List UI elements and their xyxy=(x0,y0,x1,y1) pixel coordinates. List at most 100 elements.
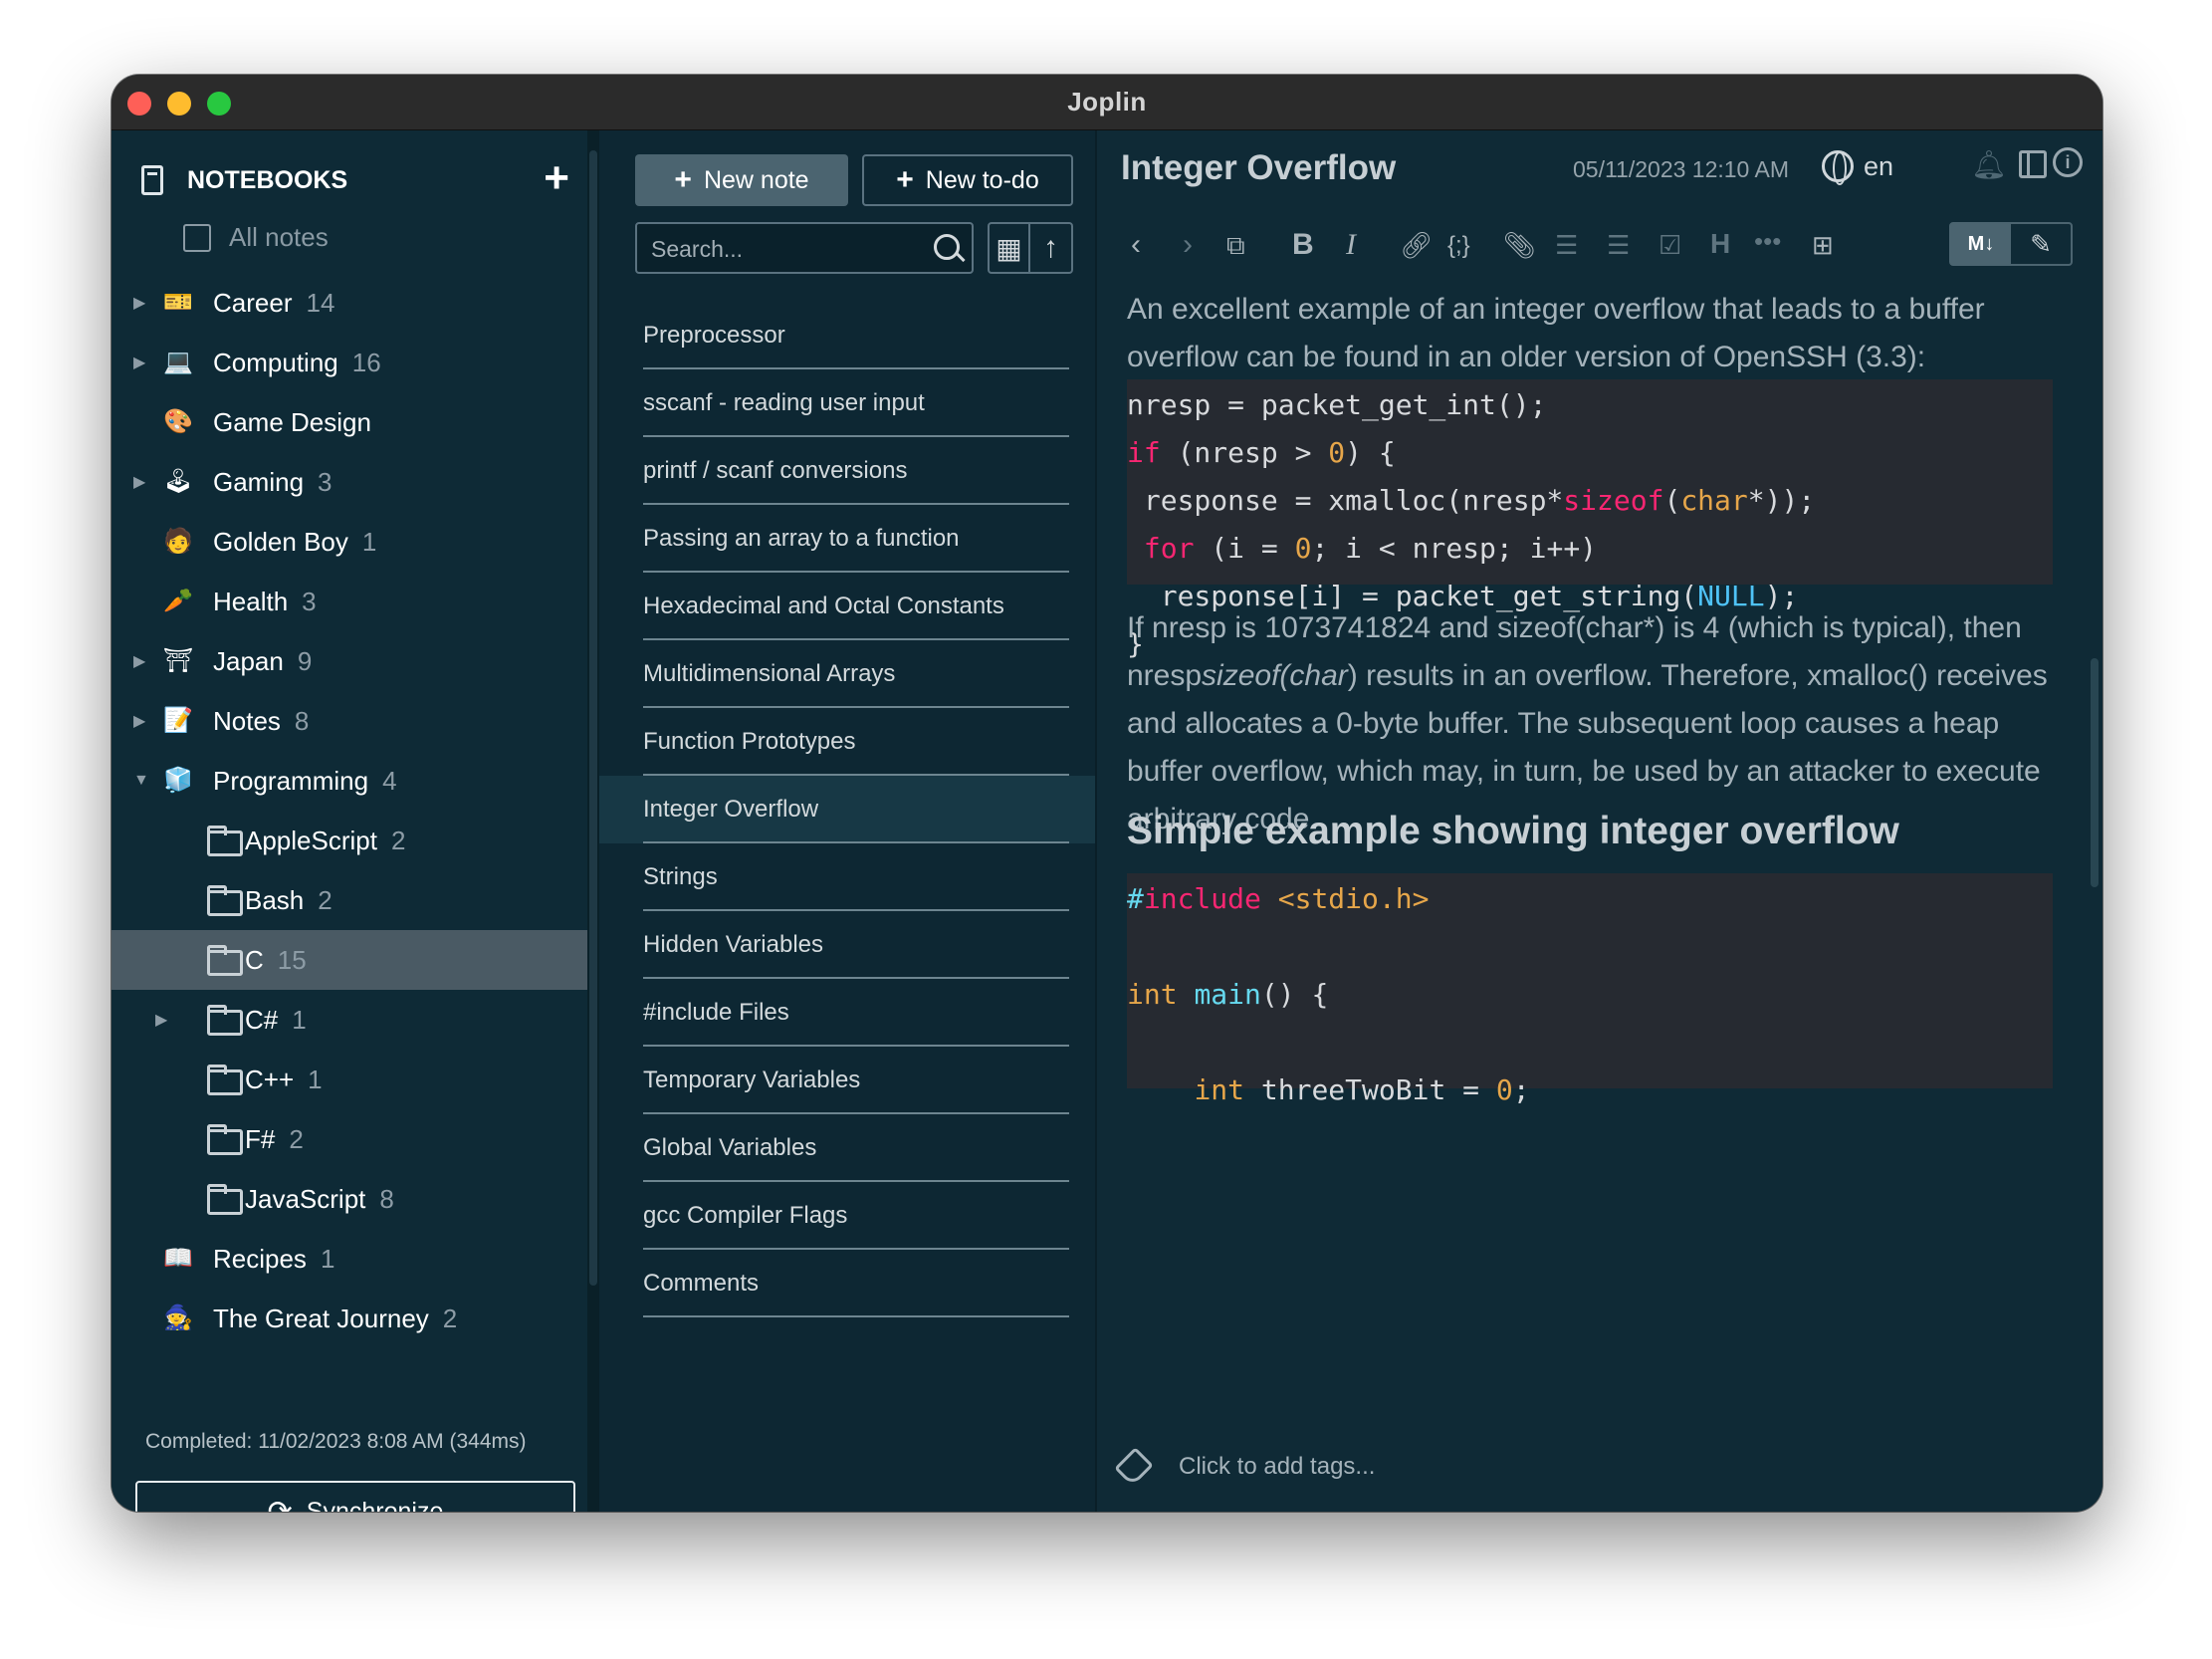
sidebar-item-notebook[interactable]: ▶ 🎫 Career 14 xyxy=(111,273,587,333)
sidebar-item-notebook[interactable]: ▶ 📝 Notes 8 xyxy=(111,691,587,751)
notebook-count: 2 xyxy=(442,1303,458,1333)
chevron-down-icon[interactable]: ▼ xyxy=(133,772,149,790)
chevron-right-icon[interactable]: ▶ xyxy=(133,472,145,492)
note-list-item[interactable]: Function Prototypes xyxy=(599,708,1095,776)
note-list-item[interactable]: Global Variables xyxy=(599,1114,1095,1182)
italic-icon[interactable]: I xyxy=(1346,228,1356,262)
search-input[interactable] xyxy=(651,234,910,264)
notebook-label: Health xyxy=(213,586,289,616)
bulleted-list-icon[interactable]: ☰ xyxy=(1555,230,1578,261)
sort-direction-arrow-up-icon[interactable]: ↑ xyxy=(1030,224,1071,272)
insert-date-icon[interactable]: ⊞ xyxy=(1812,230,1834,261)
chevron-right-icon[interactable]: ▶ xyxy=(133,711,145,731)
notebook-count: 1 xyxy=(292,1004,307,1035)
tag-bar[interactable]: Click to add tags... xyxy=(1113,1447,1375,1487)
note-list-item[interactable]: sscanf - reading user input xyxy=(599,369,1095,437)
markdown-mode-icon[interactable]: M↓ xyxy=(1951,224,2011,264)
notebook-emoji-icon: 🥕 xyxy=(163,588,193,614)
note-list-item[interactable]: Integer Overflow xyxy=(599,776,1095,843)
more-options-icon[interactable]: ••• xyxy=(1754,226,1781,257)
synchronize-button[interactable]: ⟳ Synchronize xyxy=(135,1481,575,1512)
search-box xyxy=(635,222,974,274)
forward-icon[interactable]: › xyxy=(1183,228,1193,262)
notebook-count: 9 xyxy=(297,645,313,676)
add-notebook-plus-icon[interactable]: + xyxy=(544,156,569,200)
note-list-item[interactable]: Hidden Variables xyxy=(599,911,1095,979)
chevron-right-icon[interactable]: ▶ xyxy=(133,353,145,372)
note-title[interactable]: Integer Overflow xyxy=(1121,148,1396,188)
sidebar-scrollbar[interactable] xyxy=(587,130,599,1512)
chevron-right-icon[interactable]: ▶ xyxy=(133,651,145,671)
sidebar-item-notebook[interactable]: 🥕 Health 3 xyxy=(111,572,587,631)
notebook-name: F# 2 xyxy=(245,1124,304,1155)
notebook-count: 1 xyxy=(308,1064,323,1094)
all-notes-item[interactable]: All notes xyxy=(183,222,329,253)
chevron-right-icon[interactable]: ▶ xyxy=(133,293,145,313)
folder-icon xyxy=(207,1124,243,1155)
sidebar-item-notebook[interactable]: 🧑 Golden Boy 1 xyxy=(111,512,587,572)
sidebar-item-notebook[interactable]: ▶ ⛩ Japan 9 xyxy=(111,631,587,691)
note-list-item[interactable]: #include Files xyxy=(599,979,1095,1047)
code-icon[interactable]: {;} xyxy=(1447,232,1470,260)
open-external-icon[interactable]: ⧉ xyxy=(1226,230,1245,262)
close-window-button[interactable] xyxy=(127,92,151,116)
bell-icon[interactable]: 🔔︎ xyxy=(1971,148,2007,181)
heading-icon[interactable]: H xyxy=(1710,228,1730,260)
toggle-layout-icon[interactable] xyxy=(2019,150,2047,178)
note-body[interactable]: An excellent example of an integer overf… xyxy=(1097,280,2102,1440)
note-list-item[interactable]: gcc Compiler Flags xyxy=(599,1182,1095,1250)
note-list-item-title: Passing an array to a function xyxy=(643,525,960,552)
checklist-icon[interactable]: ☑ xyxy=(1659,230,1681,261)
notebook-count: 2 xyxy=(390,825,406,855)
note-list-item[interactable]: Preprocessor xyxy=(599,302,1095,369)
rich-text-edit-icon[interactable]: ✎ xyxy=(2011,224,2071,264)
sidebar-item-notebook[interactable]: C++ 1 xyxy=(111,1050,587,1109)
info-icon[interactable]: i xyxy=(2053,147,2083,177)
note-list-item[interactable]: Temporary Variables xyxy=(599,1047,1095,1114)
sidebar-item-notebook[interactable]: F# 2 xyxy=(111,1109,587,1169)
sidebar-item-notebook[interactable]: 📖 Recipes 1 xyxy=(111,1229,587,1289)
notebook-name: AppleScript 2 xyxy=(245,826,405,856)
new-note-button[interactable]: + New note xyxy=(635,154,848,206)
sidebar-item-notebook[interactable]: JavaScript 8 xyxy=(111,1169,587,1229)
note-list-item[interactable]: Hexadecimal and Octal Constants xyxy=(599,573,1095,640)
note-list-item[interactable]: Comments xyxy=(599,1250,1095,1317)
editor-toolbar: ‹ › ⧉ B I 🔗︎ {;} 📎︎ ☰ ☰ ☑ H ••• ⊞ M↓ ✎ xyxy=(1117,222,2083,272)
back-icon[interactable]: ‹ xyxy=(1131,228,1141,262)
sidebar-item-notebook[interactable]: ▶ C# 1 xyxy=(111,990,587,1050)
note-list-item[interactable]: Strings xyxy=(599,843,1095,911)
sidebar-item-notebook[interactable]: Bash 2 xyxy=(111,870,587,930)
sidebar-item-notebook[interactable]: C 15 xyxy=(111,930,587,990)
new-todo-button[interactable]: + New to-do xyxy=(862,154,1073,206)
editor-scrollbar-thumb[interactable] xyxy=(2091,658,2099,887)
sidebar-item-notebook[interactable]: AppleScript 2 xyxy=(111,811,587,870)
notebook-emoji-icon: 🎫 xyxy=(163,289,193,316)
zoom-window-button[interactable] xyxy=(207,92,231,116)
sidebar-item-notebook[interactable]: ▶ 💻 Computing 16 xyxy=(111,333,587,392)
sidebar-item-notebook[interactable]: ▶ 🕹 Gaming 3 xyxy=(111,452,587,512)
minimize-window-button[interactable] xyxy=(167,92,191,116)
new-note-label: New note xyxy=(703,165,809,194)
note-list-item-title: Preprocessor xyxy=(643,322,785,349)
globe-icon xyxy=(1822,150,1854,185)
title-bar: Joplin xyxy=(111,75,2102,130)
chevron-right-icon[interactable]: ▶ xyxy=(155,1010,167,1030)
numbered-list-icon[interactable]: ☰ xyxy=(1607,230,1630,261)
sidebar-item-notebook[interactable]: 🎨 Game Design xyxy=(111,392,587,452)
bold-icon[interactable]: B xyxy=(1292,228,1314,262)
calendar-icon[interactable]: ▦ xyxy=(990,224,1031,272)
sync-icon: ⟳ xyxy=(267,1495,293,1513)
search-icon[interactable] xyxy=(934,234,960,260)
note-list-item[interactable]: Multidimensional Arrays xyxy=(599,640,1095,708)
spellcheck-language[interactable]: en xyxy=(1822,150,1893,185)
attachment-icon[interactable]: 📎︎ xyxy=(1503,230,1536,261)
note-list-item[interactable]: printf / scanf conversions xyxy=(599,437,1095,505)
link-icon[interactable]: 🔗︎ xyxy=(1400,230,1433,261)
notebook-count: 2 xyxy=(289,1123,304,1154)
sidebar-item-notebook[interactable]: 🧙 The Great Journey 2 xyxy=(111,1289,587,1348)
sidebar-item-notebook[interactable]: ▼ 🧊 Programming 4 xyxy=(111,751,587,811)
app-window: Joplin NOTEBOOKS + All notes ▶ 🎫 Career 14 ▶… xyxy=(111,75,2102,1512)
note-list-item[interactable]: Passing an array to a function xyxy=(599,505,1095,573)
note-list-item-title: gcc Compiler Flags xyxy=(643,1202,848,1229)
sidebar-scrollbar-thumb[interactable] xyxy=(589,150,597,1286)
